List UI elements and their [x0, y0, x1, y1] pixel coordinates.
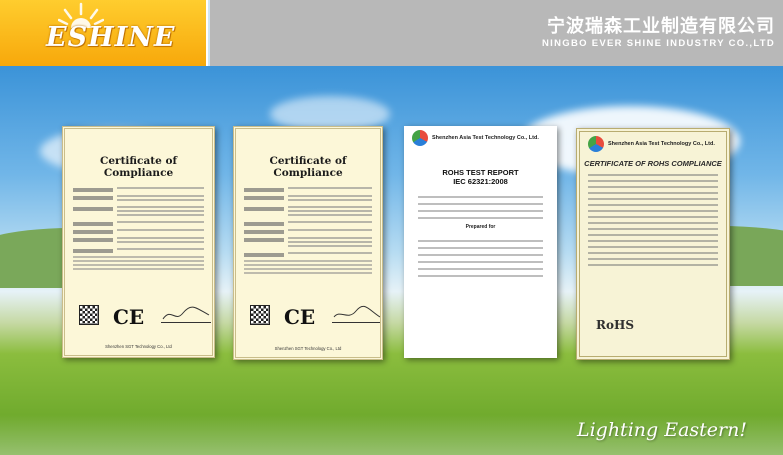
certificate-title: Certificate of Compliance	[269, 155, 347, 179]
lab-logo-icon	[588, 136, 604, 152]
qr-code-icon	[250, 305, 270, 325]
certificate-title: Certificate of Compliance	[100, 155, 177, 179]
report-title-main: ROHS TEST REPORT	[442, 168, 519, 177]
logo-panel: ESHINE	[0, 0, 208, 66]
company-banner: 宁波瑞森工业制造有限公司 NINGBO EVER SHINE INDUSTRY …	[210, 0, 783, 66]
rohs-mark: RoHS	[596, 318, 634, 332]
company-name-chinese: 宁波瑞森工业制造有限公司	[547, 16, 775, 36]
report-header: Shenzhen Asia Test Technology Co., Ltd.	[404, 126, 557, 150]
certificate-ce-2[interactable]: Certificate of Compliance CE Shenzhen SG…	[233, 126, 383, 360]
certificate-title: CERTIFICATE OF ROHS COMPLIANCE	[584, 159, 722, 168]
signature	[332, 305, 380, 323]
ce-mark: CE	[284, 305, 316, 329]
certificate-issuer: Shenzhen SGT Technology Co., Ltd	[274, 346, 342, 351]
certificate-fields	[580, 168, 726, 276]
certificate-marks: CE	[246, 305, 380, 339]
lab-name: Shenzhen Asia Test Technology Co., Ltd.	[432, 135, 539, 141]
rohs-test-report[interactable]: Shenzhen Asia Test Technology Co., Ltd. …	[404, 126, 557, 358]
landscape-background: Certificate of Compliance CE Shenzhen SG…	[0, 66, 783, 455]
lab-name: Shenzhen Asia Test Technology Co., Ltd.	[608, 141, 715, 147]
qr-code-icon	[79, 305, 99, 325]
certificate-marks: CE	[75, 305, 211, 339]
certificate-ce-1[interactable]: Certificate of Compliance CE Shenzhen SG…	[62, 126, 215, 358]
report-address	[404, 230, 557, 277]
report-standard: IEC 62321:2008	[453, 177, 508, 186]
signature	[161, 305, 211, 323]
report-title: ROHS TEST REPORT IEC 62321:2008	[404, 168, 557, 186]
certificate-statement	[244, 260, 372, 274]
slogan: Lighting Eastern!	[576, 419, 747, 441]
certificate-issuer: Shenzhen SGT Technology Co., Ltd	[105, 344, 172, 349]
lab-logo-icon	[412, 130, 428, 146]
ce-mark: CE	[113, 305, 145, 329]
certificate-fields	[244, 187, 372, 257]
company-name-english: NINGBO EVER SHINE INDUSTRY CO.,LTD	[542, 38, 775, 49]
brand-logo: ESHINE	[46, 22, 176, 53]
certificate-fields	[73, 187, 204, 253]
report-fields	[404, 186, 557, 219]
rohs-compliance-certificate[interactable]: Shenzhen Asia Test Technology Co., Ltd. …	[576, 128, 730, 360]
page-header: ESHINE 宁波瑞森工业制造有限公司 NINGBO EVER SHINE IN…	[0, 0, 783, 66]
certificate-header: Shenzhen Asia Test Technology Co., Ltd.	[580, 132, 726, 156]
certificate-statement	[73, 256, 204, 270]
